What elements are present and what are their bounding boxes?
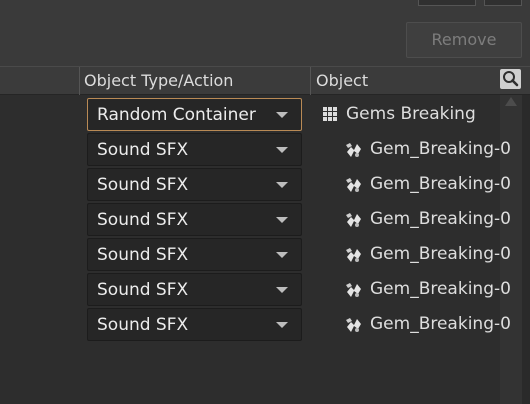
- sound-sfx-icon: [345, 316, 361, 332]
- chevron-down-icon[interactable]: [276, 322, 288, 328]
- column-divider[interactable]: [79, 67, 80, 95]
- type-action-dropdown[interactable]: Random Container: [87, 98, 302, 131]
- type-action-label: Sound SFX: [97, 315, 189, 335]
- column-header-type-action[interactable]: Object Type/Action: [84, 71, 233, 90]
- type-action-dropdown[interactable]: Sound SFX: [87, 133, 302, 166]
- type-action-label: Sound SFX: [97, 175, 189, 195]
- object-name[interactable]: Gem_Breaking-0: [370, 209, 511, 229]
- object-name[interactable]: Gem_Breaking-0: [370, 139, 511, 159]
- object-name[interactable]: Gem_Breaking-0: [370, 279, 511, 299]
- type-action-label: Random Container: [97, 105, 256, 125]
- toolbar-button-fragment[interactable]: [484, 0, 522, 6]
- sound-sfx-icon: [345, 176, 361, 192]
- object-name[interactable]: Gems Breaking: [346, 104, 476, 124]
- list-header: Object Type/Action Object: [0, 66, 530, 95]
- grid-icon: [322, 106, 338, 122]
- panel-edge: [522, 95, 530, 404]
- chevron-down-icon[interactable]: [276, 287, 288, 293]
- chevron-down-icon[interactable]: [276, 112, 288, 118]
- chevron-down-icon[interactable]: [276, 182, 288, 188]
- sound-sfx-icon: [345, 211, 361, 227]
- toolbar: Remove: [0, 0, 530, 66]
- type-action-dropdown[interactable]: Sound SFX: [87, 168, 302, 201]
- search-icon[interactable]: [500, 69, 521, 89]
- type-action-label: Sound SFX: [97, 210, 189, 230]
- type-action-dropdown[interactable]: Sound SFX: [87, 203, 302, 236]
- object-name[interactable]: Gem_Breaking-0: [370, 174, 511, 194]
- object-name[interactable]: Gem_Breaking-0: [370, 314, 511, 334]
- sound-sfx-icon: [345, 281, 361, 297]
- toolbar-field-fragment[interactable]: [418, 0, 476, 6]
- chevron-down-icon[interactable]: [276, 147, 288, 153]
- sound-sfx-icon: [345, 246, 361, 262]
- type-action-label: Sound SFX: [97, 140, 189, 160]
- chevron-down-icon[interactable]: [276, 252, 288, 258]
- column-divider[interactable]: [310, 67, 311, 95]
- type-action-label: Sound SFX: [97, 245, 189, 265]
- type-action-dropdown[interactable]: Sound SFX: [87, 308, 302, 341]
- type-action-dropdown[interactable]: Sound SFX: [87, 273, 302, 306]
- sound-sfx-icon: [345, 141, 361, 157]
- type-action-dropdown[interactable]: Sound SFX: [87, 238, 302, 271]
- remove-button[interactable]: Remove: [406, 22, 522, 58]
- column-header-object[interactable]: Object: [316, 71, 368, 90]
- type-action-label: Sound SFX: [97, 280, 189, 300]
- object-name[interactable]: Gem_Breaking-0: [370, 244, 511, 264]
- chevron-down-icon[interactable]: [276, 217, 288, 223]
- scroll-up-arrow-icon[interactable]: [505, 97, 517, 106]
